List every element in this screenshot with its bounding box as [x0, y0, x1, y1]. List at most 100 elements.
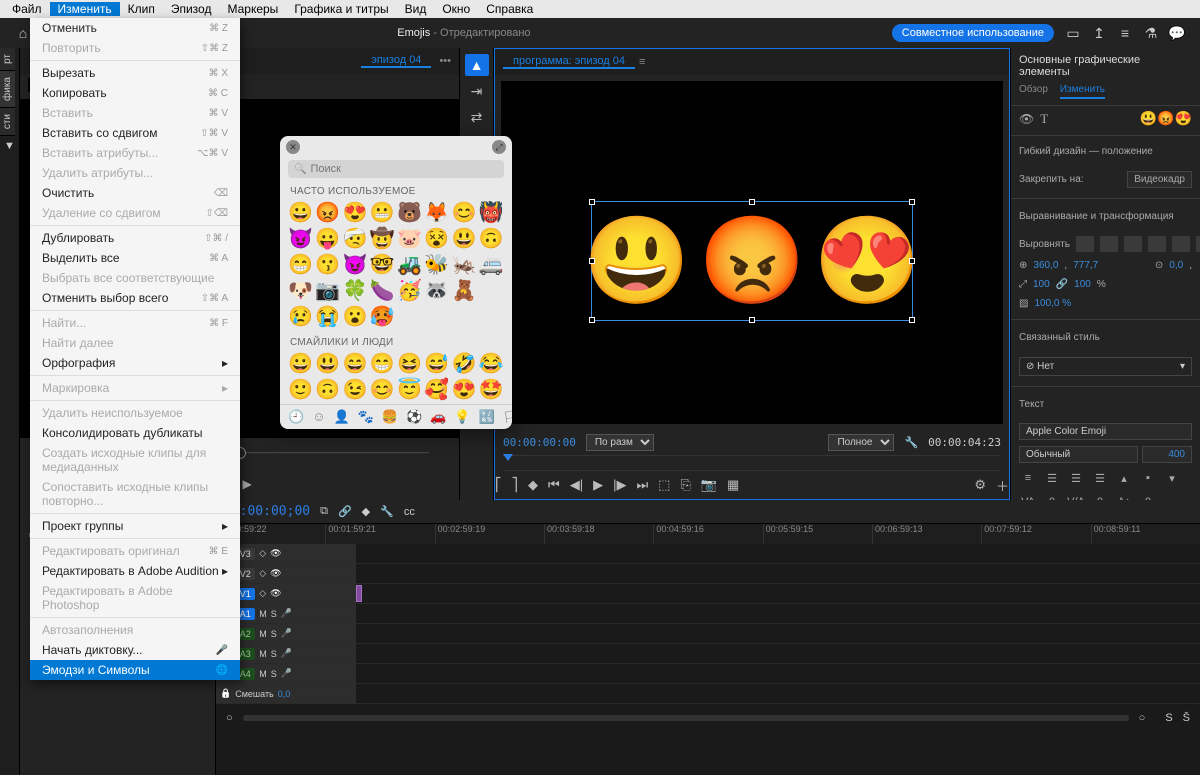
emoji-cell[interactable]: 😗	[315, 253, 340, 277]
program-in-timecode[interactable]: 00:00:00:00	[503, 436, 576, 449]
smiley-icon[interactable]: ☺	[312, 409, 325, 425]
emoji-cell[interactable]	[479, 279, 504, 303]
emoji-cell[interactable]: 😄	[343, 352, 368, 376]
align-top-icon[interactable]	[1148, 236, 1166, 252]
go-end-icon[interactable]: ⏭	[636, 477, 648, 493]
anchor-select[interactable]: Видеокадр	[1127, 171, 1192, 188]
align-center-icon[interactable]	[1100, 236, 1118, 252]
menu-Окно[interactable]: Окно	[434, 2, 478, 16]
emoji-cell[interactable]: 🚐	[479, 253, 504, 277]
link-icon[interactable]: 🔗	[1056, 279, 1068, 290]
people-icon[interactable]: 👤	[333, 409, 349, 425]
link-icon[interactable]: 🔗	[338, 505, 352, 518]
source-tab-active[interactable]: эпизод 04	[361, 54, 431, 68]
emoji-cell[interactable]: 🙃	[315, 378, 340, 402]
emoji-cell[interactable]: 🦗	[452, 253, 477, 277]
emoji-cell[interactable]: 🥰	[424, 378, 449, 402]
snap-icon[interactable]: ⧉	[320, 505, 328, 518]
emoji-cell[interactable]: 😈	[343, 253, 368, 277]
emoji-cell[interactable]: 🍀	[343, 279, 368, 303]
emoji-cell[interactable]: 🚜	[397, 253, 422, 277]
clip[interactable]	[356, 585, 362, 602]
share-button[interactable]: Совместное использование	[892, 24, 1054, 42]
settings-icon[interactable]: ⚙	[974, 477, 986, 493]
emoji-cell[interactable]: 🐻	[397, 201, 422, 225]
go-start-icon[interactable]: ⏮	[548, 477, 560, 493]
emoji-cell[interactable]: 😁	[370, 352, 395, 376]
emoji-cell[interactable]: 🥵	[370, 305, 395, 329]
emoji-cell[interactable]: 🦝	[424, 279, 449, 303]
emoji-picker[interactable]: ✕⤢ Поиск ЧАСТО ИСПОЛЬЗУЕМОЕ 😀😡😍😬🐻🦊😊👹😈😛🤕🤠…	[280, 136, 512, 429]
compare-icon[interactable]: ▦	[727, 477, 739, 493]
program-transport[interactable]: ⎡ ⎤ ◆ ⏮ ◀| ▶ |▶ ⏭ ⬚ ⎘ 📷 ▦ ⚙ ＋	[495, 471, 1009, 499]
mark-out-icon[interactable]: ⎤	[512, 477, 519, 493]
menu-Графика и титры[interactable]: Графика и титры	[286, 2, 396, 16]
align-j-icon[interactable]: ☰	[1091, 470, 1109, 486]
expand-icon[interactable]: ⤢	[492, 140, 506, 154]
menubar[interactable]: ФайлИзменитьКлипЭпизодМаркерыГрафика и т…	[0, 0, 1200, 18]
opacity-val[interactable]: 100,0 %	[1034, 298, 1071, 309]
emoji-cell[interactable]: 🙂	[288, 378, 313, 402]
track-v1[interactable]	[356, 584, 1200, 603]
marker-icon[interactable]: ◆	[362, 505, 370, 518]
align-c-icon[interactable]: ☰	[1043, 470, 1061, 486]
align-r-icon[interactable]: ☰	[1067, 470, 1085, 486]
menu-Изменить[interactable]: Изменить	[50, 2, 120, 16]
selection-tool-icon[interactable]: ▲	[465, 54, 489, 76]
export-icon[interactable]: ↥	[1088, 22, 1110, 44]
menu-Файл[interactable]: Файл	[4, 2, 50, 16]
menu-item[interactable]: Выделить все⌘ A	[30, 248, 240, 268]
ripple-icon[interactable]: ⇄	[465, 106, 489, 128]
emoji-cell[interactable]: 🤠	[370, 227, 395, 251]
track-a1[interactable]	[356, 604, 1200, 623]
emoji-cell[interactable]: 😀	[288, 352, 313, 376]
add-icon[interactable]: ＋	[996, 476, 1009, 495]
emoji-cell[interactable]: 😆	[397, 352, 422, 376]
clock-icon[interactable]: 🕘	[288, 409, 304, 425]
eye-icon[interactable]: 👁	[1019, 112, 1034, 126]
emoji-cell[interactable]: 🤩	[479, 378, 504, 402]
menu-item[interactable]: Орфография▸	[30, 353, 240, 373]
mix-track[interactable]: Смешать	[235, 689, 274, 699]
emoji-cell[interactable]: 🧸	[452, 279, 477, 303]
left-tab-strip[interactable]: рт фика сти ▼	[0, 48, 20, 775]
activity-icon[interactable]: ⚽	[406, 409, 422, 425]
valign-m-icon[interactable]: ▪	[1139, 470, 1157, 486]
menu-item[interactable]: Редактировать в Adobe Audition▸	[30, 561, 240, 581]
menu-item[interactable]: Копировать⌘ C	[30, 83, 240, 103]
tab-edit[interactable]: Изменить	[1060, 84, 1105, 99]
pos-x[interactable]: 360,0	[1033, 260, 1058, 271]
emoji-cell[interactable]: 🐶	[288, 279, 313, 303]
marker-icon[interactable]: ◆	[528, 477, 538, 493]
emoji-cell[interactable]: 😈	[288, 227, 313, 251]
menu-item[interactable]: Отменить⌘ Z	[30, 18, 240, 38]
layer-label[interactable]: 😃😡😍	[1140, 110, 1192, 127]
anchor-x[interactable]: 0,0	[1169, 260, 1183, 271]
align-bot-icon[interactable]	[1196, 236, 1200, 252]
chat-icon[interactable]: 💬	[1166, 22, 1188, 44]
left-tab[interactable]: рт	[0, 48, 15, 71]
emoji-cell[interactable]: 😊	[370, 378, 395, 402]
close-icon[interactable]: ✕	[286, 140, 300, 154]
emoji-cell[interactable]: 😊	[452, 201, 477, 225]
tab-browse[interactable]: Обзор	[1019, 84, 1048, 99]
menu-Вид[interactable]: Вид	[397, 2, 435, 16]
left-tab[interactable]: фика	[0, 71, 15, 108]
scale-icon[interactable]: ⤢	[1019, 279, 1027, 290]
menu-item[interactable]: Консолидировать дубликаты	[30, 423, 240, 443]
emoji-cell[interactable]: 😉	[343, 378, 368, 402]
menu-Маркеры[interactable]: Маркеры	[219, 2, 286, 16]
step-fwd-icon[interactable]: |▶	[613, 477, 626, 493]
emoji-cell[interactable]: 😢	[288, 305, 313, 329]
menu-icon[interactable]: ≡	[1114, 22, 1136, 44]
emoji-cell[interactable]: 😀	[288, 201, 313, 225]
position-icon[interactable]: ⊕	[1019, 260, 1027, 271]
emoji-cell[interactable]: 😃	[315, 352, 340, 376]
animal-icon[interactable]: 🐾	[358, 409, 374, 425]
beaker-icon[interactable]: ⚗	[1140, 22, 1162, 44]
emoji-cell[interactable]: 😮	[343, 305, 368, 329]
travel-icon[interactable]: 🚗	[430, 409, 446, 425]
filter-icon[interactable]: ▼	[0, 136, 19, 156]
symbol-icon[interactable]: 🔣	[479, 409, 495, 425]
emoji-cell[interactable]: 🐷	[397, 227, 422, 251]
